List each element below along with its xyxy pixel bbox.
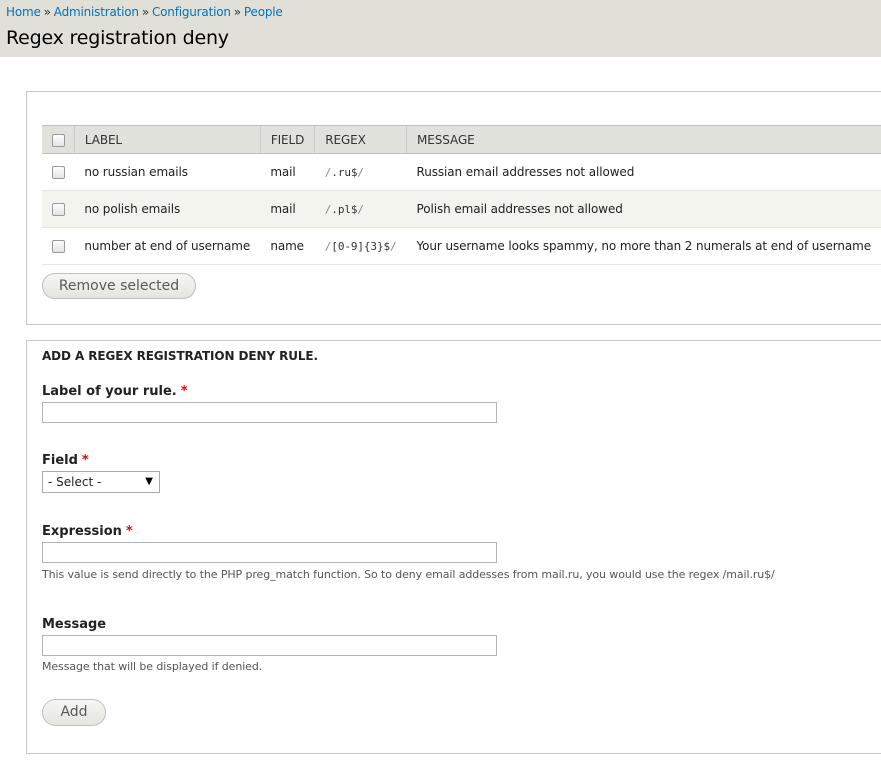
table-row: number at end of username name /[0-9]{3}…	[42, 227, 881, 265]
page-header: Home» Administration» Configuration» People…	[0, 0, 881, 57]
breadcrumb-administration[interactable]: Administration	[54, 5, 139, 19]
expression-label-text: Expression	[42, 524, 122, 539]
rules-table: LABEL FIELD REGEX MESSAGE no russian ema…	[42, 125, 881, 265]
breadcrumb-separator: »	[43, 5, 51, 19]
triangle-down-icon: ▼	[145, 476, 153, 487]
required-marker: *	[180, 384, 188, 399]
rule-label-input[interactable]	[42, 402, 497, 423]
rule-regex-cell: /.pl$/	[314, 190, 407, 228]
rule-regex-cell: /[0-9]{3}$/	[314, 227, 407, 265]
rule-message: Polish email addresses not allowed	[406, 190, 881, 228]
breadcrumb-separator: »	[141, 5, 149, 19]
field-select-text: Field	[42, 453, 78, 468]
expression-label: Expression *	[42, 524, 133, 539]
page-title: Regex registration deny	[6, 27, 229, 49]
required-marker: *	[81, 453, 89, 468]
field-select[interactable]: - Select - ▼	[42, 471, 160, 493]
message-input[interactable]	[42, 635, 497, 656]
message-label-text: Message	[42, 617, 107, 632]
breadcrumb: Home» Administration» Configuration» People	[6, 5, 283, 19]
row-checkbox[interactable]	[52, 203, 65, 216]
rule-message: Russian email addresses not allowed	[406, 153, 881, 191]
rule-regex-cell: /.ru$/	[314, 153, 407, 191]
select-all-checkbox[interactable]	[52, 133, 65, 147]
column-header-message[interactable]: MESSAGE	[406, 125, 881, 154]
regex-delimiter: /	[357, 203, 364, 216]
row-select-cell	[42, 190, 75, 228]
row-checkbox[interactable]	[52, 166, 65, 179]
breadcrumb-home[interactable]: Home	[6, 5, 41, 19]
rule-field: mail	[260, 153, 315, 191]
rule-field: name	[260, 227, 315, 265]
rule-label: no russian emails	[74, 153, 261, 191]
remove-selected-button[interactable]: Remove selected	[42, 273, 196, 299]
breadcrumb-configuration[interactable]: Configuration	[152, 5, 231, 19]
row-checkbox[interactable]	[52, 240, 65, 253]
row-select-cell	[42, 227, 75, 265]
rule-field: mail	[260, 190, 315, 228]
expression-description: This value is send directly to the PHP p…	[42, 568, 775, 581]
column-header-label[interactable]: LABEL	[73, 125, 261, 154]
column-header-regex[interactable]: REGEX	[314, 125, 407, 154]
row-select-cell	[42, 153, 75, 191]
label-field-text: Label of your rule.	[42, 384, 177, 399]
column-header-field[interactable]: FIELD	[259, 125, 315, 154]
select-all-cell	[42, 125, 75, 154]
table-header-row: LABEL FIELD REGEX MESSAGE	[42, 125, 881, 154]
label-field-label: Label of your rule. *	[42, 384, 188, 399]
breadcrumb-separator: »	[233, 5, 241, 19]
add-button[interactable]: Add	[42, 699, 106, 726]
field-select-label: Field *	[42, 453, 89, 468]
field-select-value: - Select -	[48, 475, 102, 489]
required-marker: *	[125, 524, 133, 539]
message-description: Message that will be displayed if denied…	[42, 660, 263, 673]
expression-input[interactable]	[42, 542, 497, 563]
table-row: no russian emails mail /.ru$/ Russian em…	[42, 153, 881, 191]
message-label: Message	[42, 617, 106, 632]
rule-message: Your username looks spammy, no more than…	[406, 227, 881, 265]
rule-regex: .pl$	[331, 203, 358, 216]
add-rule-legend: ADD A REGEX REGISTRATION DENY RULE.	[42, 349, 318, 363]
rule-regex: [0-9]{3}$	[331, 240, 390, 253]
rule-label: no polish emails	[74, 190, 261, 228]
rule-regex: .ru$	[331, 166, 358, 179]
table-row: no polish emails mail /.pl$/ Polish emai…	[42, 190, 881, 228]
breadcrumb-people[interactable]: People	[244, 5, 283, 19]
rule-label: number at end of username	[74, 227, 261, 265]
regex-delimiter: /	[390, 240, 397, 253]
regex-delimiter: /	[357, 166, 364, 179]
